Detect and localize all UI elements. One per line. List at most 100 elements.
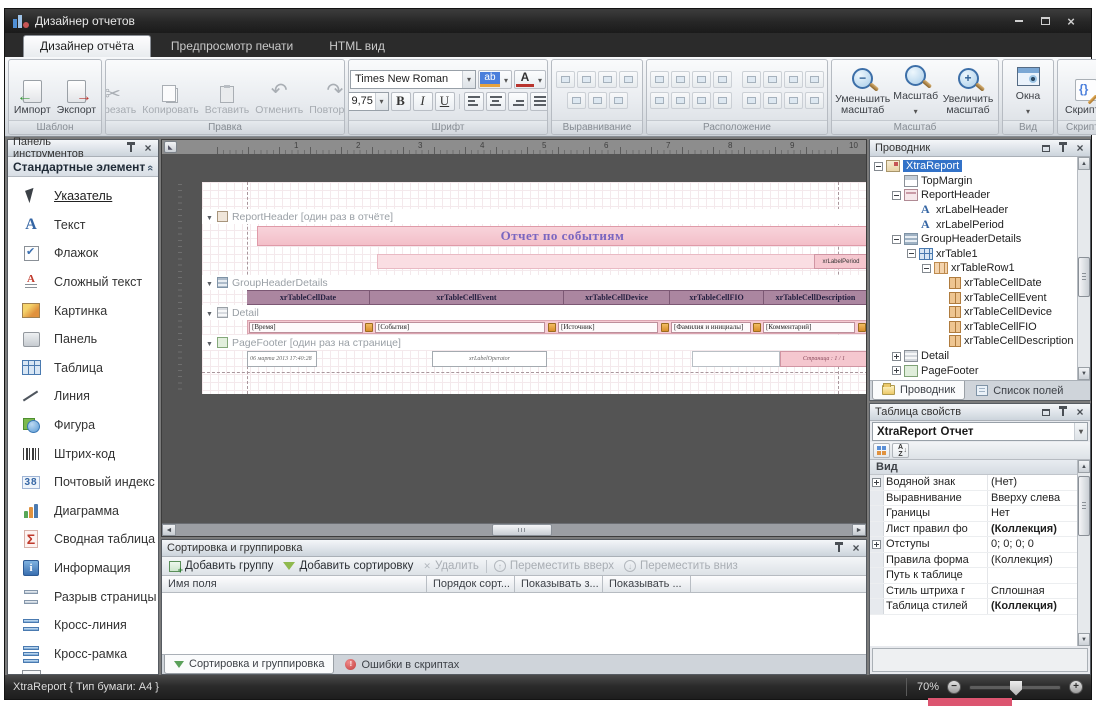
tree-item-xtrareport[interactable]: XtraReport [870,159,1090,174]
tree-item-xrlabelperiod[interactable]: xrLabelPeriod [870,217,1090,232]
band-page-footer[interactable]: PageFooter [один раз на странице] [202,335,866,350]
zoom-button[interactable]: Масштаб [893,62,939,118]
footer-page-label[interactable]: Страница : 1 / 1 [780,351,866,367]
pin-button[interactable] [124,142,138,155]
property-row-style-sheet[interactable]: Таблица стилей(Коллекция) [870,599,1090,615]
table-cell-date[interactable]: xrTableCellDate [247,291,370,304]
toolbox-item-barcode[interactable]: Штрих-код [8,439,158,468]
align-center-button[interactable] [486,92,506,111]
horizontal-scrollbar[interactable]: ◄ ► [162,523,866,536]
footer-operator-label[interactable]: xrLabelOperator [432,351,547,367]
undo-button[interactable]: Отменить [253,62,305,118]
column-show-footer[interactable]: Показывать ... [603,576,691,592]
highlight-button[interactable]: ab [478,70,512,89]
restore-button[interactable] [1039,142,1053,155]
tab-script-errors[interactable]: Ошибки в скриптах [336,655,468,674]
paste-button[interactable]: Вставить [203,62,252,118]
windows-button[interactable]: Окна [1014,62,1042,118]
zoom-slider-thumb[interactable] [1010,681,1022,696]
underline-button[interactable]: U [435,92,455,111]
toolbox-item-pivot[interactable]: Сводная таблица [8,525,158,554]
add-group-button[interactable]: Добавить группу [166,559,276,573]
zoom-in-button[interactable]: + [1069,680,1083,694]
toolbox-item-table[interactable]: Таблица [8,354,158,383]
align-tool-icon[interactable] [598,71,617,88]
table-cell-description[interactable]: xrTableCellDescription [764,291,866,304]
column-show-header[interactable]: Показывать з... [515,576,603,592]
layout-tool-icon[interactable] [692,92,711,109]
detail-field-source[interactable]: [Источник] [558,322,658,333]
band-detail[interactable]: Detail [202,305,866,320]
tree-item-pagefooter[interactable]: PageFooter [870,363,1090,378]
layout-tool-icon[interactable] [805,92,824,109]
design-canvas[interactable]: ReportHeader [один раз в отчёте] Отчет п… [162,154,866,523]
chevron-down-icon[interactable] [462,71,475,88]
band-report-header[interactable]: ReportHeader [один раз в отчёте] [202,209,866,224]
toolbox-item-line[interactable]: Линия [8,382,158,411]
property-row-padding[interactable]: Отступы0; 0; 0; 0 [870,537,1090,553]
align-tool-icon[interactable] [567,92,586,109]
categorized-button[interactable] [873,443,890,458]
property-category-view[interactable]: Вид [870,460,1090,475]
toolbox-item-pageinfo[interactable]: Информация [8,554,158,583]
zoom-out-button[interactable]: − Уменьшить масштаб [835,62,891,118]
band-group-header[interactable]: GroupHeaderDetails [202,275,866,290]
close-panel-button[interactable] [141,142,155,155]
align-tool-icon[interactable] [619,71,638,88]
detail-field-event[interactable]: [События] [375,322,545,333]
expand-toggle-icon[interactable] [892,235,901,244]
property-row-alignment[interactable]: ВыравниваниеВверху слева [870,491,1090,507]
layout-tool-icon[interactable] [763,71,782,88]
expand-toggle-icon[interactable] [892,191,901,200]
tab-print-preview[interactable]: Предпросмотр печати [155,36,309,57]
align-tool-icon[interactable] [609,92,628,109]
toolbox-item-panel[interactable]: Панель [8,325,158,354]
table-cell-fio[interactable]: xrTableCellFIO [670,291,764,304]
layout-tool-icon[interactable] [713,71,732,88]
font-color-button[interactable]: A [514,70,546,89]
font-name-combo[interactable]: Times New Roman [350,70,476,89]
expand-toggle-icon[interactable] [872,540,881,549]
italic-button[interactable]: I [413,92,433,111]
design-surface[interactable]: 1 2 3 4 5 6 7 8 9 10 ReportHeader [один … [161,139,867,537]
layout-tool-icon[interactable] [692,71,711,88]
report-page[interactable]: ReportHeader [один раз в отчёте] Отчет п… [202,182,866,394]
pin-button[interactable] [1056,142,1070,155]
expand-toggle-icon[interactable] [892,352,901,361]
object-selector-combo[interactable]: XtraReport Отчет [872,422,1088,441]
layout-tool-icon[interactable] [650,71,669,88]
properties-scrollbar[interactable]: ▲ ▼ [1077,460,1090,646]
column-field-name[interactable]: Имя поля [162,576,427,592]
zoom-out-button[interactable]: − [947,680,961,694]
toolbox-item-subreport[interactable]: Вложенный отчет [8,668,158,674]
tab-report-designer[interactable]: Дизайнер отчёта [23,35,151,57]
toolbox-item-text[interactable]: Текст [8,211,158,240]
delete-button[interactable]: Удалить [420,559,481,573]
tree-item-topmargin[interactable]: TopMargin [870,174,1090,189]
scrollbar-thumb[interactable] [1078,476,1090,536]
scroll-down-icon[interactable]: ▼ [1078,367,1090,380]
expand-toggle-icon[interactable] [907,249,916,258]
move-up-button[interactable]: ↑Переместить вверх [491,559,617,573]
align-tool-icon[interactable] [577,71,596,88]
column-sort-order[interactable]: Порядок сорт... [427,576,515,592]
tree-item-xrtable1[interactable]: xrTable1 [870,247,1090,262]
period-band-strip[interactable] [377,254,838,269]
restore-button[interactable] [1039,406,1053,419]
tree-item-xrlabelheader[interactable]: xrLabelHeader [870,203,1090,218]
font-size-combo[interactable]: 9,75 [348,92,389,111]
layout-tool-icon[interactable] [763,92,782,109]
scroll-up-icon[interactable]: ▲ [1078,460,1090,473]
tree-item-celldescription[interactable]: xrTableCellDescription [870,334,1090,349]
close-panel-button[interactable] [1073,406,1087,419]
import-button[interactable]: ← Импорт [12,62,53,118]
close-panel-button[interactable] [849,542,863,555]
ruler-corner-button[interactable] [164,141,177,153]
property-row-table-path[interactable]: Путь к таблице [870,568,1090,584]
expand-toggle-icon[interactable] [872,478,881,487]
collapse-band-icon[interactable] [206,307,213,319]
align-justify-button[interactable] [530,92,549,111]
zoom-slider[interactable] [969,685,1061,690]
property-row-borders[interactable]: ГраницыНет [870,506,1090,522]
property-row-watermark[interactable]: Водяной знак(Нет) [870,475,1090,491]
